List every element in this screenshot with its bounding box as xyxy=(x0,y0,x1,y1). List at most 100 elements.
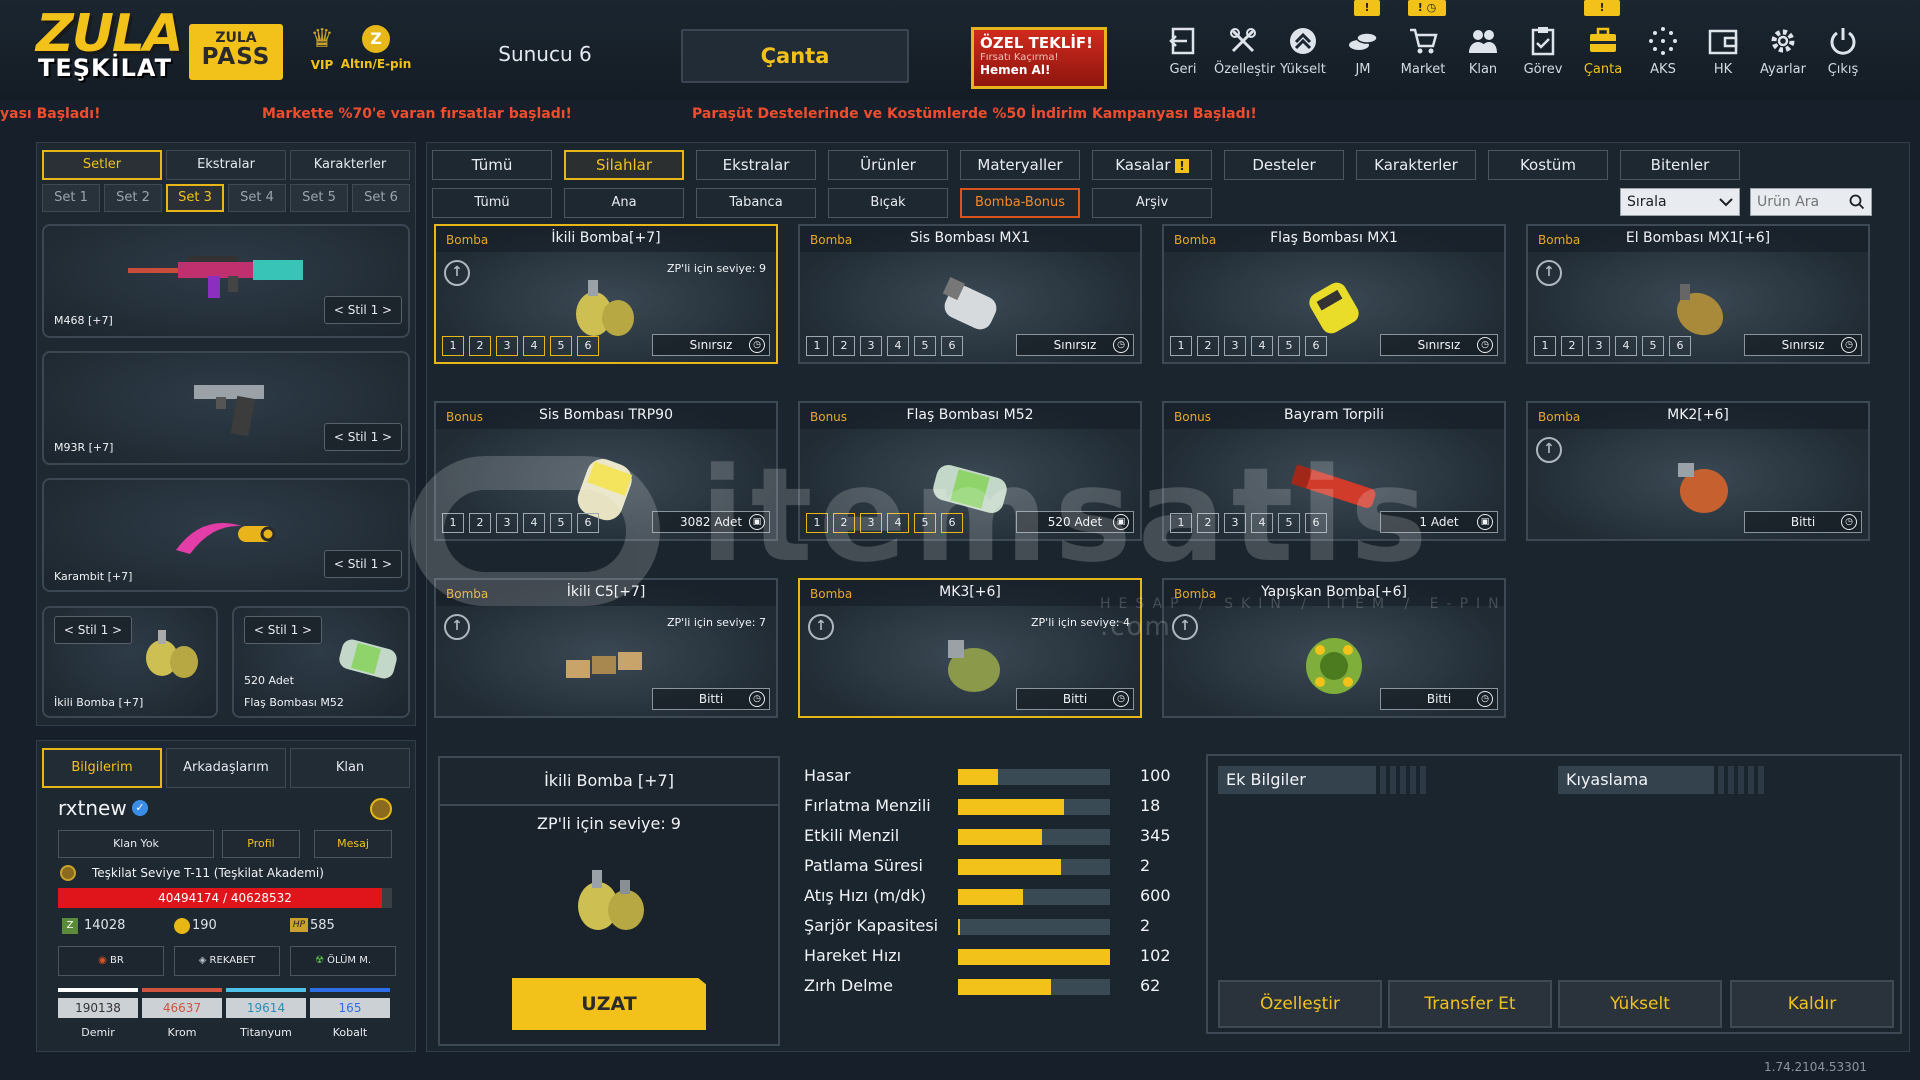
item-slot[interactable]: 5 xyxy=(914,513,936,533)
category-characters[interactable]: Karakterler xyxy=(1356,150,1476,180)
item-slot[interactable]: 2 xyxy=(833,336,855,356)
nav-mission[interactable]: Görev xyxy=(1514,24,1572,86)
upgrade-arrow-icon[interactable]: ↑ xyxy=(1536,437,1562,463)
nav-back[interactable]: Geri xyxy=(1154,24,1212,86)
set-5[interactable]: Set 5 xyxy=(290,184,348,212)
item-slot[interactable]: 3 xyxy=(496,513,518,533)
item-slot[interactable]: 6 xyxy=(577,513,599,533)
mode-ranked-button[interactable]: ◈ REKABET xyxy=(174,946,280,976)
item-slot[interactable]: 5 xyxy=(914,336,936,356)
tab-friends[interactable]: Arkadaşlarım xyxy=(166,748,286,788)
style-selector[interactable]: < Stil 1 > xyxy=(324,550,402,578)
tab-extras[interactable]: Ekstralar xyxy=(166,150,286,180)
item-card[interactable]: Bomba Sis Bombası MX1 1 2 3 4 5 6 Sınırsız ◷ xyxy=(798,224,1142,364)
category-weapons[interactable]: Silahlar xyxy=(564,150,684,180)
item-slot[interactable]: 5 xyxy=(1278,336,1300,356)
item-card[interactable]: Bomba El Bombası MX1[+6] ↑ 1 2 3 4 5 6 Sınırsız ◷ xyxy=(1526,224,1870,364)
remove-button[interactable]: Kaldır xyxy=(1730,980,1894,1028)
item-slot[interactable]: 5 xyxy=(550,336,572,356)
item-slot[interactable]: 6 xyxy=(1305,336,1327,356)
weapon-slot-primary[interactable]: M468 [+7] < Stil 1 > xyxy=(42,224,410,338)
item-card[interactable]: Bomba Flaş Bombası MX1 1 2 3 4 5 6 Sınırsız ◷ xyxy=(1162,224,1506,364)
search-input[interactable] xyxy=(1751,189,1847,215)
style-selector[interactable]: < Stil 1 > xyxy=(324,423,402,451)
tab-clan[interactable]: Klan xyxy=(290,748,410,788)
mode-deathmatch-button[interactable]: ☢ ÖLÜM M. xyxy=(290,946,396,976)
set-2[interactable]: Set 2 xyxy=(104,184,162,212)
nav-bag[interactable]: Çanta xyxy=(1574,24,1632,86)
search-icon[interactable] xyxy=(1849,194,1865,210)
category-costume[interactable]: Kostüm xyxy=(1488,150,1608,180)
subcategory-pistol[interactable]: Tabanca xyxy=(696,188,816,218)
item-slot[interactable]: 2 xyxy=(1197,513,1219,533)
item-slot[interactable]: 2 xyxy=(469,513,491,533)
item-slot[interactable]: 2 xyxy=(833,513,855,533)
item-slot[interactable]: 2 xyxy=(469,336,491,356)
item-slot[interactable]: 1 xyxy=(442,336,464,356)
tab-my-info[interactable]: Bilgilerim xyxy=(42,748,162,788)
upgrade-button[interactable]: Yükselt xyxy=(1558,980,1722,1028)
upgrade-arrow-icon[interactable]: ↑ xyxy=(808,614,834,640)
category-finished[interactable]: Bitenler xyxy=(1620,150,1740,180)
subcategory-all[interactable]: Tümü xyxy=(432,188,552,218)
subcategory-archive[interactable]: Arşiv xyxy=(1092,188,1212,218)
tab-characters[interactable]: Karakterler xyxy=(290,150,410,180)
item-card[interactable]: Bonus Flaş Bombası M52 1 2 3 4 5 6 520 Adet ▣ xyxy=(798,401,1142,541)
mode-br-button[interactable]: ◉ BR xyxy=(58,946,164,976)
item-slot[interactable]: 3 xyxy=(496,336,518,356)
item-card[interactable]: Bonus Sis Bombası TRP90 1 2 3 4 5 6 3082 Adet ▣ xyxy=(434,401,778,541)
item-slot[interactable]: 2 xyxy=(1197,336,1219,356)
item-slot[interactable]: 4 xyxy=(887,336,909,356)
nav-jm[interactable]: JM xyxy=(1334,24,1392,86)
nav-upgrade[interactable]: Yükselt xyxy=(1274,24,1332,86)
category-materials[interactable]: Materyaller xyxy=(960,150,1080,180)
clan-button[interactable]: Klan Yok xyxy=(58,830,214,858)
set-4[interactable]: Set 4 xyxy=(228,184,286,212)
subcategory-knife[interactable]: Bıçak xyxy=(828,188,948,218)
category-crates[interactable]: Kasalar ! xyxy=(1092,150,1212,180)
profile-button[interactable]: Profil xyxy=(222,830,300,858)
item-slot[interactable]: 1 xyxy=(806,513,828,533)
item-slot[interactable]: 1 xyxy=(1534,336,1556,356)
nav-hk[interactable]: HK xyxy=(1694,24,1752,86)
item-card[interactable]: Bomba İkili Bomba[+7] ↑ ZP'li için seviye: … xyxy=(434,224,778,364)
weapon-slot-melee[interactable]: Karambit [+7] < Stil 1 > xyxy=(42,478,410,592)
item-slot[interactable]: 2 xyxy=(1561,336,1583,356)
subcategory-primary[interactable]: Ana xyxy=(564,188,684,218)
upgrade-arrow-icon[interactable]: ↑ xyxy=(444,614,470,640)
item-slot[interactable]: 4 xyxy=(1615,336,1637,356)
item-slot[interactable]: 6 xyxy=(941,336,963,356)
item-card[interactable]: Bonus Bayram Torpili 1 2 3 4 5 6 1 Adet ▣ xyxy=(1162,401,1506,541)
extend-button[interactable]: UZAT xyxy=(512,978,706,1030)
set-3[interactable]: Set 3 xyxy=(166,184,224,212)
item-slot[interactable]: 4 xyxy=(523,513,545,533)
upgrade-arrow-icon[interactable]: ↑ xyxy=(444,260,470,286)
nav-exit[interactable]: Çıkış xyxy=(1814,24,1872,86)
nav-settings[interactable]: Ayarlar xyxy=(1754,24,1812,86)
special-offer-banner[interactable]: ÖZEL TEKLİF! Fırsatı Kaçırma! Hemen Al! xyxy=(971,27,1107,89)
customize-button[interactable]: Özelleştir xyxy=(1218,980,1382,1028)
style-selector[interactable]: < Stil 1 > xyxy=(244,616,322,644)
item-slot[interactable]: 6 xyxy=(1305,513,1327,533)
nav-market[interactable]: Market xyxy=(1394,24,1452,86)
item-slot[interactable]: 4 xyxy=(1251,513,1273,533)
item-slot[interactable]: 3 xyxy=(1588,336,1610,356)
item-slot[interactable]: 4 xyxy=(887,513,909,533)
item-card[interactable]: Bomba Yapışkan Bomba[+6] ↑ Bitti ◷ xyxy=(1162,578,1506,718)
upgrade-arrow-icon[interactable]: ↑ xyxy=(1172,614,1198,640)
zula-pass-button[interactable]: ZULA PASS xyxy=(189,24,283,80)
item-slot[interactable]: 5 xyxy=(550,513,572,533)
nav-customize[interactable]: Özelleştir xyxy=(1214,24,1275,86)
item-slot[interactable]: 5 xyxy=(1278,513,1300,533)
category-decks[interactable]: Desteler xyxy=(1224,150,1344,180)
tab-extra-info[interactable]: Ek Bilgiler xyxy=(1218,766,1376,794)
style-selector[interactable]: < Stil 1 > xyxy=(324,296,402,324)
grenade-slot-2[interactable]: < Stil 1 > 520 Adet Flaş Bombası M52 xyxy=(232,606,410,718)
transfer-button[interactable]: Transfer Et xyxy=(1388,980,1552,1028)
bag-title-button[interactable]: Çanta xyxy=(681,29,909,83)
category-all[interactable]: Tümü xyxy=(432,150,552,180)
item-slot[interactable]: 4 xyxy=(1251,336,1273,356)
item-slot[interactable]: 3 xyxy=(1224,513,1246,533)
item-slot[interactable]: 3 xyxy=(860,336,882,356)
item-card[interactable]: Bomba İkili C5[+7] ↑ ZP'li için seviye: 7 Bi… xyxy=(434,578,778,718)
